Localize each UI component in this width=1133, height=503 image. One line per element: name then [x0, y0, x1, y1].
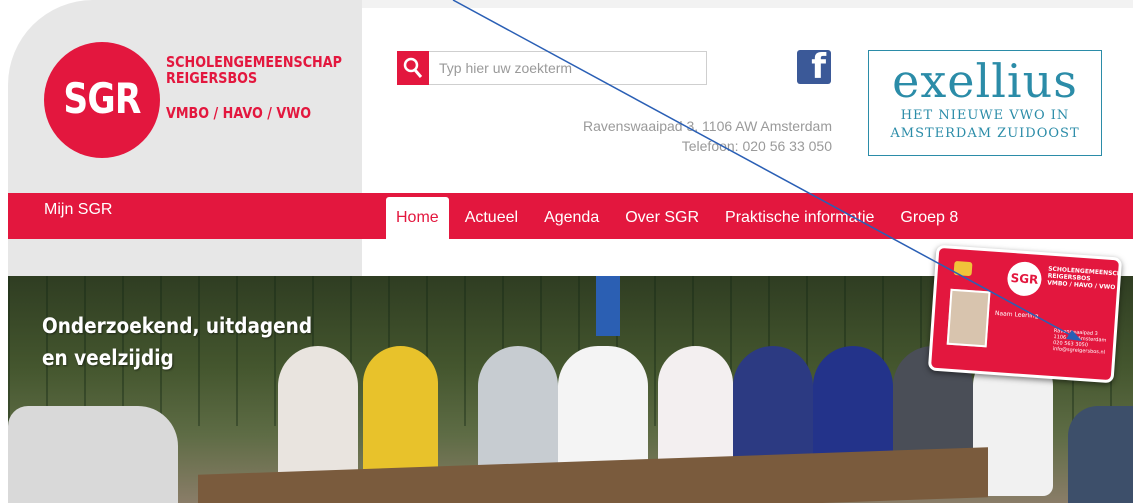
card-student-name: Naam Leerling	[994, 309, 1039, 320]
exellius-banner[interactable]: exellius HET NIEUWE VWO IN AMSTERDAM ZUI…	[868, 50, 1102, 156]
search-icon	[403, 57, 423, 78]
mijn-sgr-link[interactable]: Mijn SGR	[44, 201, 112, 219]
tab-praktische-informatie[interactable]: Praktische informatie	[715, 197, 884, 239]
facebook-icon[interactable]: f	[797, 47, 831, 87]
exellius-line2: AMSTERDAM ZUIDOOST	[890, 126, 1080, 141]
hero-title: Onderzoekend, uitdagend en veelzijdig	[42, 314, 313, 370]
card-address: Ravenswaaipad 3 1106 AW Amsterdam 020 56…	[1052, 328, 1107, 356]
parked-car-left	[8, 406, 178, 503]
card-photo	[946, 288, 991, 348]
top-strip	[362, 0, 1133, 8]
tab-over-sgr[interactable]: Over SGR	[615, 197, 709, 239]
blue-post	[596, 276, 620, 336]
school-levels: VMBO / HAVO / VWO	[166, 104, 312, 122]
left-spacer	[8, 239, 362, 276]
tab-groep-8[interactable]: Groep 8	[890, 197, 968, 239]
logo-text: SGR	[63, 74, 141, 123]
tab-actueel[interactable]: Actueel	[455, 197, 528, 239]
exellius-line1: HET NIEUWE VWO IN	[900, 108, 1070, 123]
exellius-title: exellius	[892, 54, 1078, 108]
phone-text: Telefoon: 020 56 33 050	[681, 138, 832, 154]
school-name: SCHOLENGEMEENSCHAP REIGERSBOS	[166, 53, 342, 87]
contact-info: Ravenswaaipad 3, 1106 AW Amsterdam Telef…	[520, 116, 832, 156]
card-school-name: SCHOLENGEMEENSCHAP REIGERSBOS VMBO / HAV…	[1046, 265, 1123, 292]
card-chip	[953, 260, 973, 277]
parked-car-right	[1068, 406, 1133, 503]
tab-home[interactable]: Home	[386, 197, 449, 239]
search-button[interactable]	[397, 51, 429, 85]
sgr-logo[interactable]: SGR	[44, 42, 160, 158]
tab-agenda[interactable]: Agenda	[534, 197, 609, 239]
nav-tabs: Home Actueel Agenda Over SGR Praktische …	[386, 197, 974, 239]
student-pass-card[interactable]: SGR SCHOLENGEMEENSCHAP REIGERSBOS VMBO /…	[927, 244, 1123, 384]
card-logo: SGR	[1006, 260, 1043, 298]
address-text: Ravenswaaipad 3, 1106 AW Amsterdam	[582, 118, 832, 134]
search-input[interactable]	[429, 51, 707, 85]
